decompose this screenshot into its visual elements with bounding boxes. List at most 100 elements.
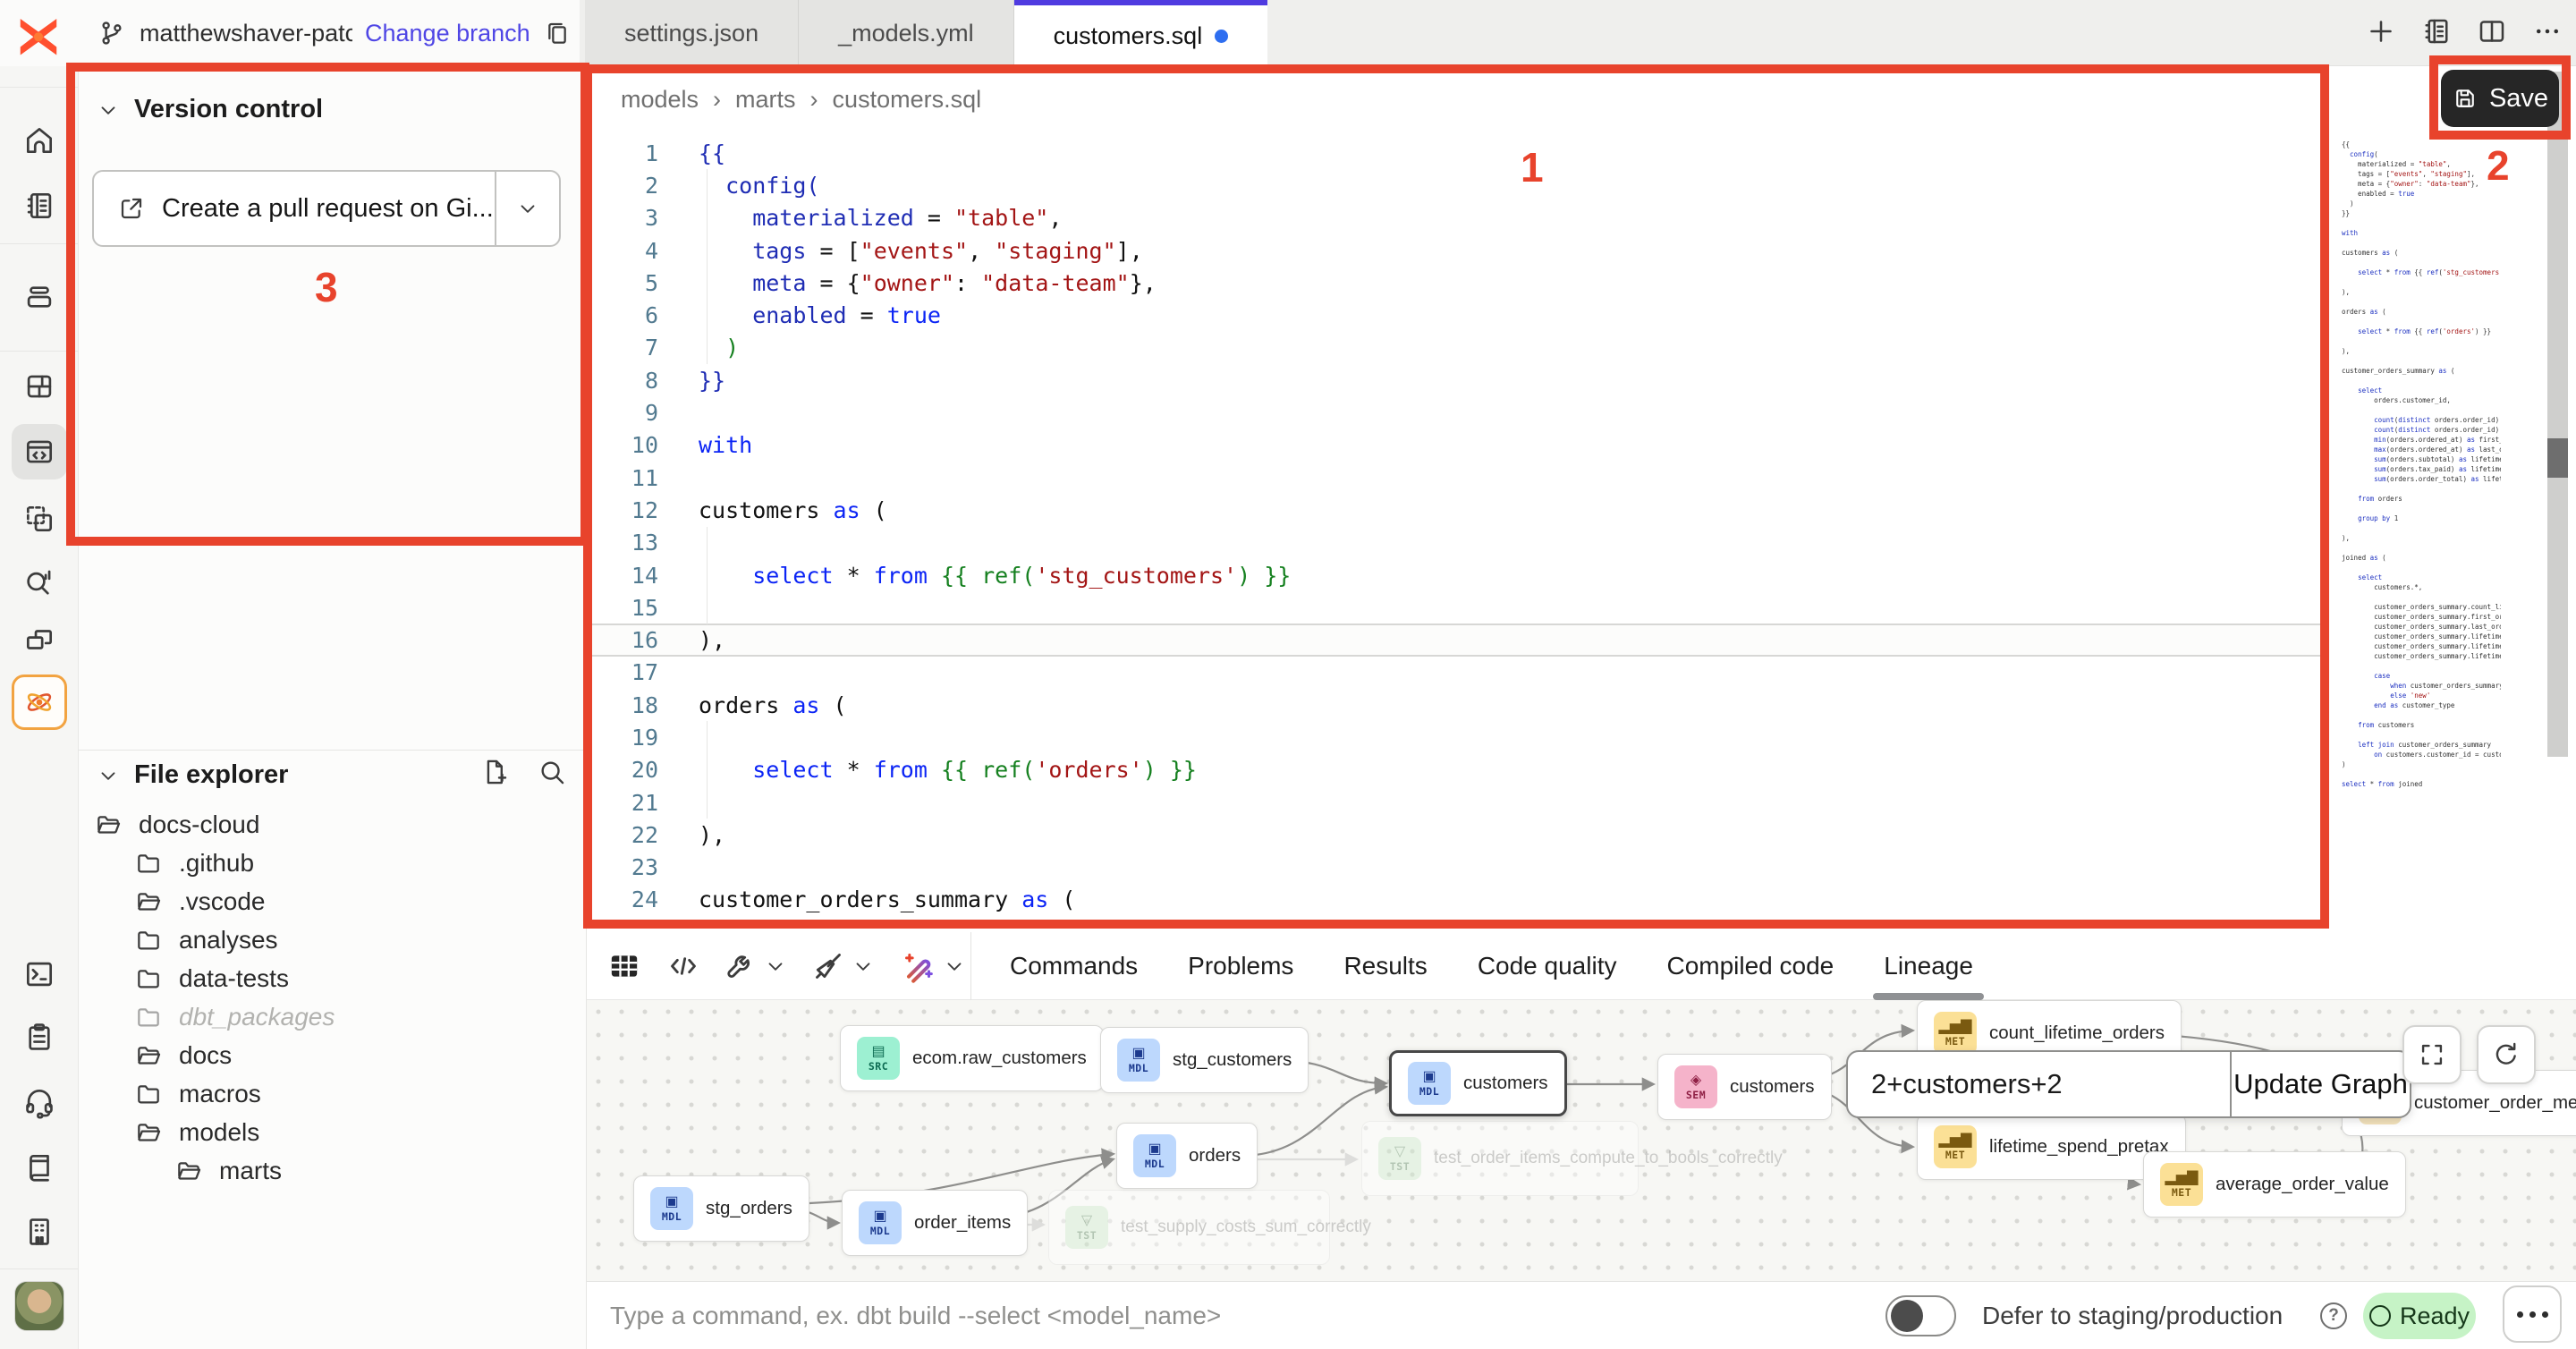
code-line-10: 10with — [587, 429, 2329, 462]
line-number: 11 — [587, 465, 658, 491]
pr-dropdown-caret[interactable] — [495, 172, 559, 245]
editor-scrollbar-track[interactable] — [2547, 72, 2568, 757]
file-tree-label: models — [179, 1118, 259, 1147]
plus-icon[interactable] — [2365, 15, 2397, 52]
create-pr-main[interactable]: Create a pull request on Gi... — [94, 194, 495, 224]
refresh-button[interactable] — [2477, 1025, 2536, 1084]
more-options-button[interactable] — [2503, 1285, 2562, 1343]
file-tree-item-.github[interactable]: .github — [79, 844, 586, 882]
build-wrench-icon[interactable] — [723, 948, 758, 984]
ellipsis-icon[interactable] — [2531, 15, 2563, 52]
user-avatar[interactable] — [14, 1281, 64, 1331]
status-ring-icon — [2369, 1305, 2391, 1327]
home-icon[interactable] — [12, 113, 67, 168]
minimap[interactable]: {{ config( materialized = "table", tags … — [2342, 140, 2501, 844]
version-control-header[interactable]: Version control — [97, 95, 323, 124]
copilot-atom-icon[interactable] — [12, 674, 67, 730]
file-tree-item-macros[interactable]: macros — [79, 1074, 586, 1113]
change-branch-link[interactable]: Change branch — [365, 20, 530, 47]
build-dropdown-chevron-icon[interactable] — [764, 954, 787, 978]
defer-toggle[interactable] — [1885, 1295, 1956, 1336]
code-editor-panel[interactable]: models›marts›customers.sql 1{{2 config(3… — [587, 66, 2576, 932]
update-graph-button[interactable]: Update Graph — [2230, 1052, 2410, 1116]
stack-icon[interactable] — [12, 269, 67, 325]
editor-scrollbar-thumb[interactable] — [2547, 438, 2568, 478]
breadcrumb-item[interactable]: customers.sql — [833, 86, 982, 114]
tab-customers.sql[interactable]: customers.sql — [1014, 0, 1268, 66]
tab-settings.json[interactable]: settings.json — [585, 0, 799, 66]
file-tree-label: marts — [219, 1157, 282, 1185]
copy-branch-icon[interactable] — [543, 19, 572, 47]
copy-frame-icon[interactable] — [12, 491, 67, 547]
lineage-node-stg-orders[interactable]: ▣MDLstg_orders — [633, 1175, 809, 1242]
file-tree-item-data-tests[interactable]: data-tests — [79, 959, 586, 997]
format-broom-icon[interactable] — [810, 948, 846, 984]
lineage-node-test-supply-costs[interactable]: ▽TSTtest_supply_costs_sum_correctly — [1048, 1190, 1330, 1265]
format-dropdown-chevron-icon[interactable] — [852, 954, 875, 978]
file-tree-item-dbt_packages[interactable]: dbt_packages — [79, 997, 586, 1036]
panel-tab-compiled-code[interactable]: Compiled code — [1666, 932, 1834, 1000]
code-editor-icon[interactable] — [12, 424, 67, 479]
copilot-wand-icon[interactable] — [900, 948, 936, 984]
lineage-node-order-items[interactable]: ▣MDLorder_items — [842, 1190, 1028, 1256]
code-text: config( — [658, 173, 819, 199]
results-table-icon[interactable] — [606, 948, 642, 984]
notebook-panel-icon[interactable] — [2420, 15, 2453, 52]
lineage-node-average-order-value[interactable]: ▂▅▇METaverage_order_value — [2143, 1151, 2406, 1217]
editor-tabs: settings.json_models.ymlcustomers.sql — [585, 0, 1267, 66]
fullscreen-button[interactable] — [2402, 1025, 2462, 1084]
new-file-icon[interactable] — [479, 757, 510, 787]
file-tree-item-.vscode[interactable]: .vscode — [79, 882, 586, 921]
file-tree-label: analyses — [179, 926, 278, 954]
git-branch-icon — [97, 18, 127, 48]
chevron-down-icon — [97, 98, 120, 122]
file-tree-item-models[interactable]: models — [79, 1113, 586, 1151]
file-tree-item-marts[interactable]: marts — [79, 1151, 586, 1190]
dbt-logo-icon[interactable] — [14, 11, 63, 59]
breadcrumb-item[interactable]: models — [621, 86, 699, 114]
tab-_models.yml[interactable]: _models.yml — [799, 0, 1014, 66]
file-tree-item-docs-cloud[interactable]: docs-cloud — [79, 805, 586, 844]
command-input[interactable] — [608, 1282, 1771, 1349]
panel-tab-commands[interactable]: Commands — [1010, 932, 1138, 1000]
file-explorer-header[interactable]: File explorer — [97, 760, 288, 790]
help-icon[interactable]: ? — [2320, 1302, 2347, 1329]
windows-icon[interactable] — [12, 612, 67, 667]
search-icon[interactable] — [537, 757, 567, 787]
create-pr-button[interactable]: Create a pull request on Gi... — [92, 170, 561, 247]
file-tree-item-docs[interactable]: docs — [79, 1036, 586, 1074]
save-button[interactable]: Save — [2441, 70, 2559, 127]
clipboard-icon[interactable] — [12, 1009, 67, 1065]
lineage-node-ecom-raw-customers[interactable]: ▤SRCecom.raw_customers — [840, 1025, 1104, 1091]
panel-tab-results[interactable]: Results — [1343, 932, 1427, 1000]
line-number: 3 — [587, 205, 658, 231]
breadcrumb-item[interactable]: marts — [735, 86, 796, 114]
code-view-icon[interactable] — [665, 948, 701, 984]
search-insights-icon[interactable] — [12, 554, 67, 609]
lineage-node-orders-model[interactable]: ▣MDLorders — [1116, 1123, 1258, 1189]
code-lines[interactable]: 1{{2 config(3 materialized = "table",4 t… — [587, 137, 2329, 916]
copilot-dropdown-chevron-icon[interactable] — [943, 954, 966, 978]
file-tree-item-analyses[interactable]: analyses — [79, 921, 586, 959]
lineage-node-customers-model[interactable]: ▣MDLcustomers — [1389, 1050, 1567, 1116]
lineage-node-stg-customers[interactable]: ▣MDLstg_customers — [1100, 1027, 1309, 1093]
lineage-node-customers-semantic[interactable]: ◈SEMcustomers — [1657, 1054, 1832, 1120]
building-icon[interactable] — [12, 1204, 67, 1260]
book-icon[interactable] — [12, 1140, 67, 1195]
save-label: Save — [2489, 84, 2548, 114]
panel-tab-problems[interactable]: Problems — [1188, 932, 1293, 1000]
dashboard-icon[interactable] — [12, 359, 67, 414]
lineage-search-input[interactable] — [1848, 1052, 2230, 1116]
terminal-icon[interactable] — [12, 946, 67, 1002]
notebook-icon[interactable] — [12, 178, 67, 233]
code-line-2: 2 config( — [587, 169, 2329, 201]
panel-tab-code-quality[interactable]: Code quality — [1478, 932, 1617, 1000]
lineage-node-test-order-items[interactable]: ▽TSTtest_order_items_compute_to_bools_co… — [1361, 1121, 1639, 1196]
code-line-5: 5 meta = {"owner": "data-team"}, — [587, 267, 2329, 299]
sem-badge-icon: ◈SEM — [1674, 1065, 1717, 1108]
panel-tab-lineage[interactable]: Lineage — [1884, 932, 1973, 1000]
headset-icon[interactable] — [12, 1074, 67, 1130]
lineage-canvas[interactable]: ▤SRCecom.raw_customers▣MDLstg_customers ▣… — [587, 1000, 2576, 1281]
split-pane-icon[interactable] — [2476, 15, 2508, 52]
toolbar-divider — [970, 932, 971, 1000]
